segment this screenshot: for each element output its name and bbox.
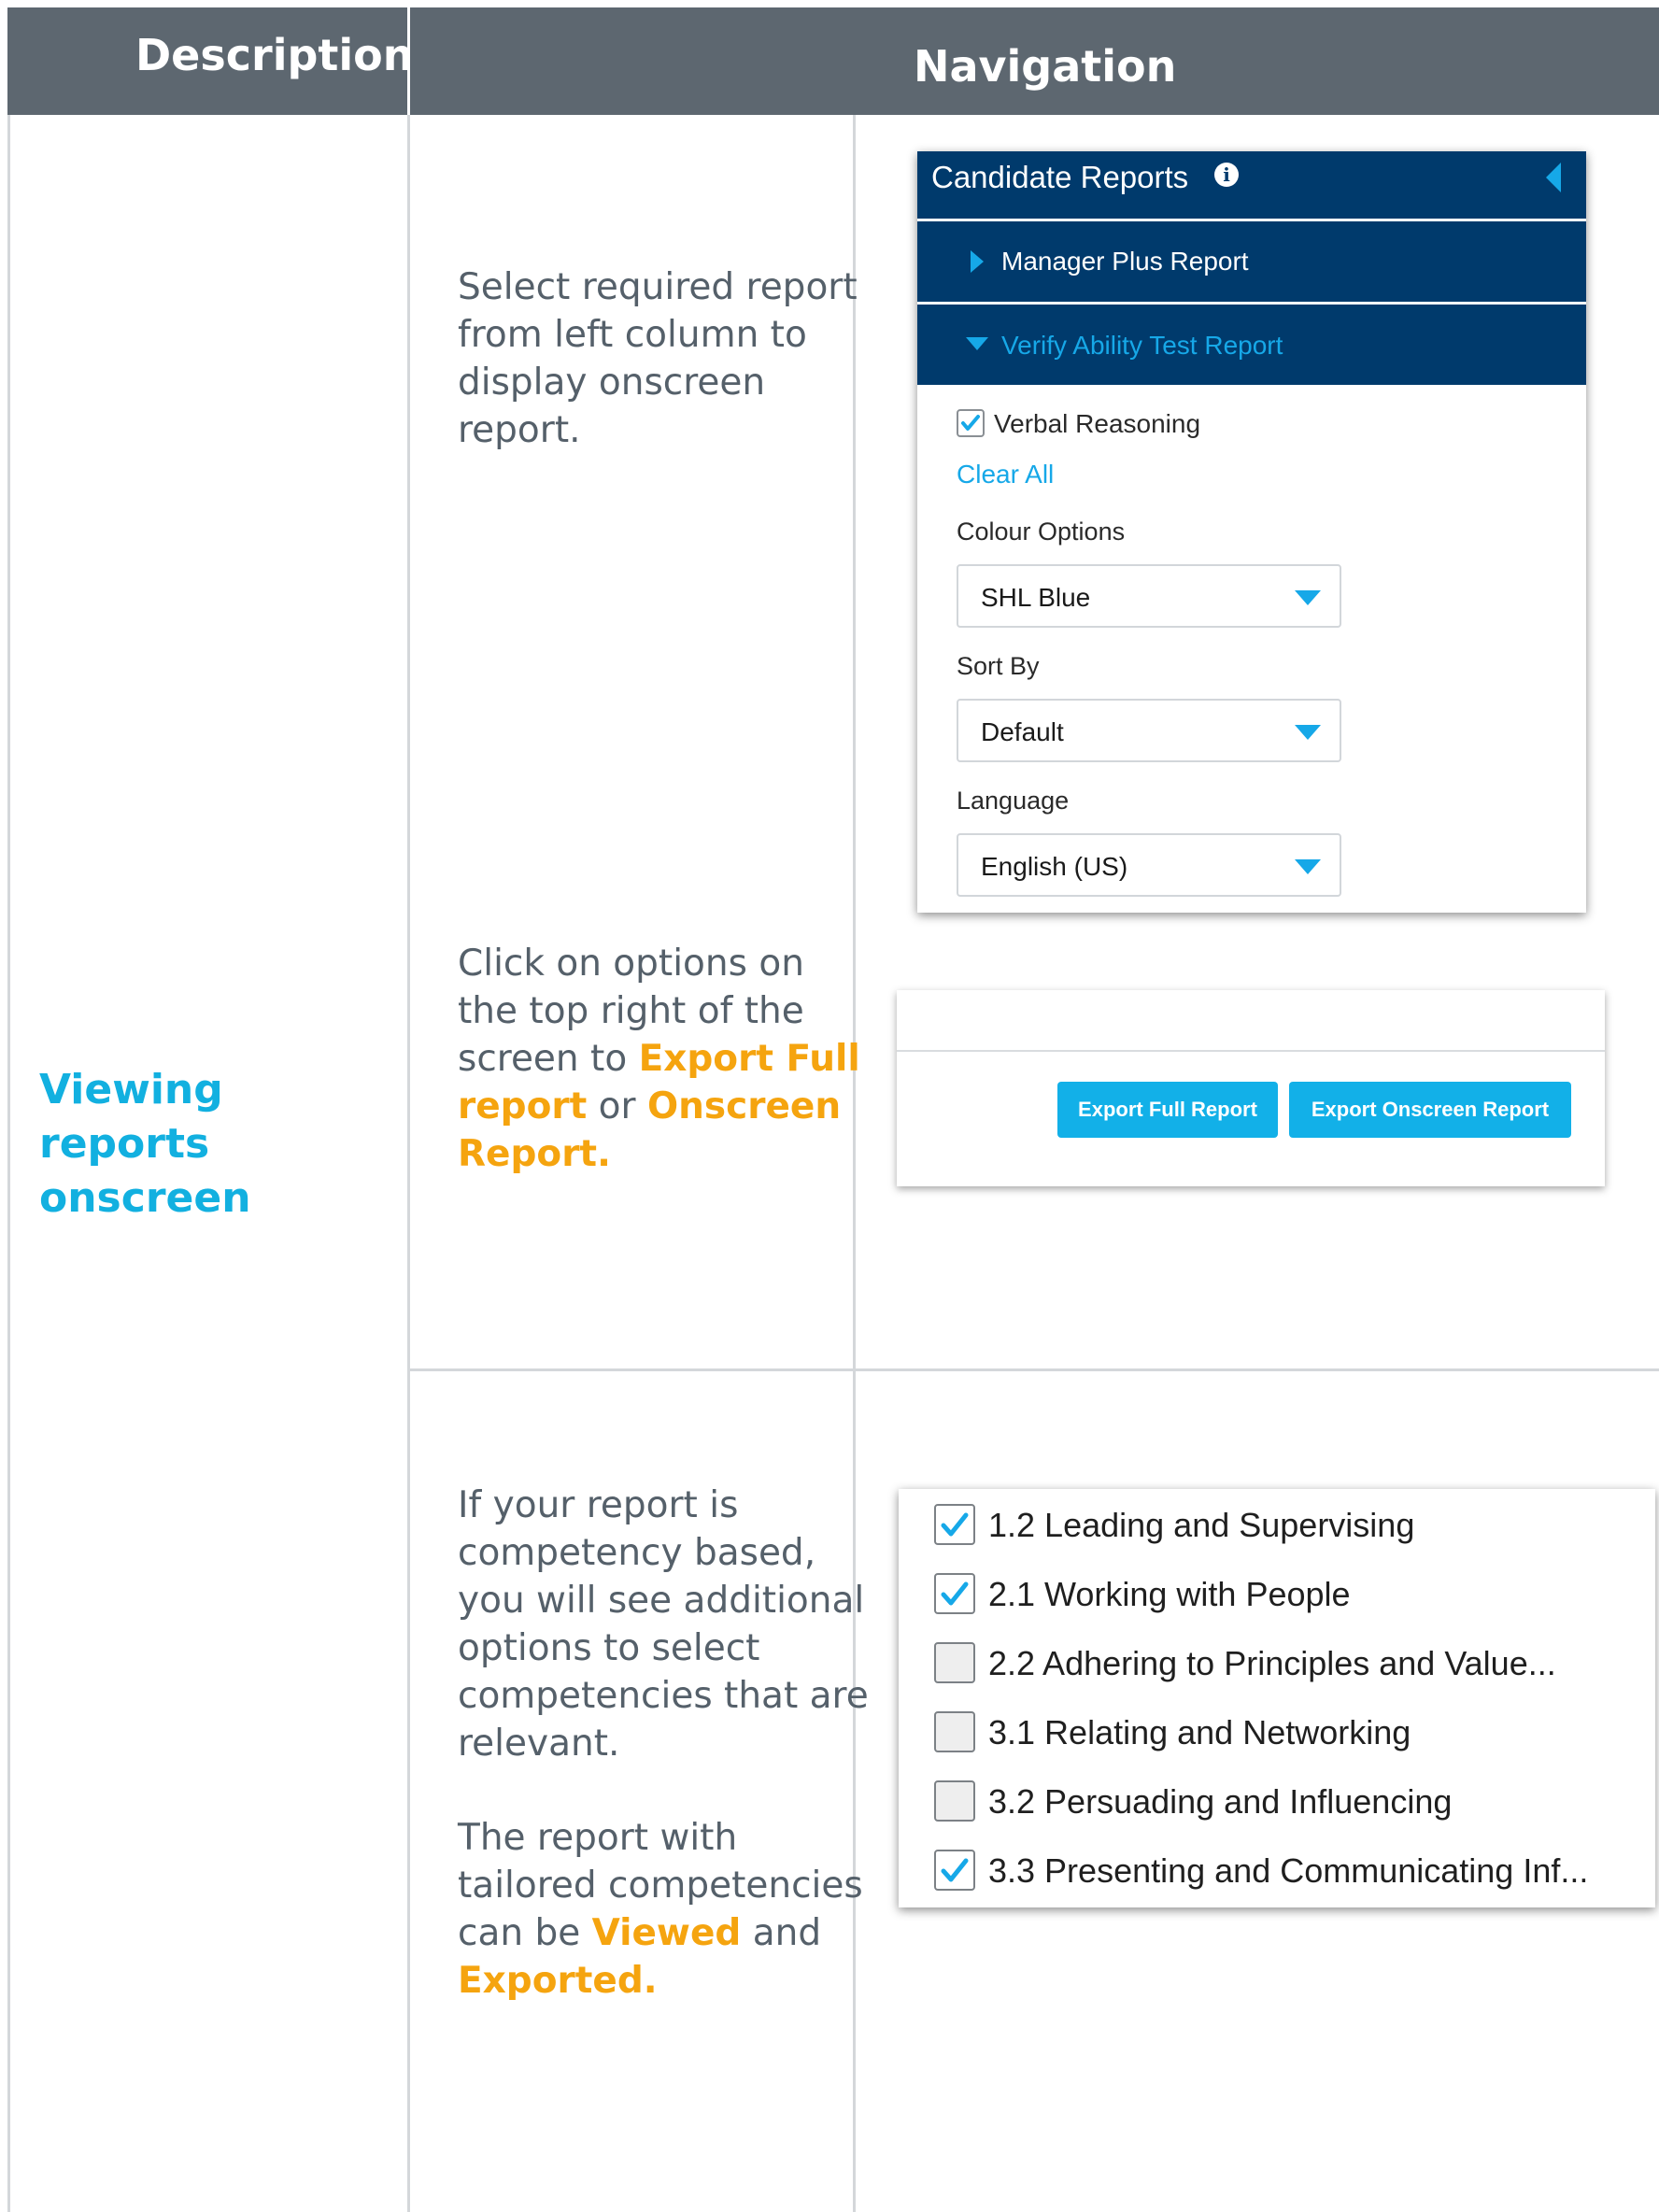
language-label: Language xyxy=(957,787,1070,815)
check-icon xyxy=(941,1581,969,1606)
select-value: English (US) xyxy=(981,852,1128,881)
colour-options-select[interactable]: SHL Blue xyxy=(957,564,1341,628)
check-icon xyxy=(961,415,980,431)
competency-label: 2.1 Working with People xyxy=(988,1575,1351,1613)
table-left-border xyxy=(7,115,10,2212)
report-item-label: Manager Plus Report xyxy=(1001,247,1249,276)
export-full-report-button[interactable]: Export Full Report xyxy=(1057,1082,1278,1138)
competency-label: 3.1 Relating and Networking xyxy=(988,1713,1411,1751)
header-navigation: Navigation xyxy=(914,41,1177,92)
column-divider-description xyxy=(407,115,410,2212)
row1-text2-part: or xyxy=(587,1085,647,1127)
row2-text2-part: and xyxy=(741,1912,822,1954)
toolbar-divider xyxy=(897,1050,1605,1052)
verbal-reasoning-label: Verbal Reasoning xyxy=(994,409,1201,438)
dropdown-arrow-icon xyxy=(1295,859,1321,874)
language-select[interactable]: English (US) xyxy=(957,833,1341,897)
info-icon[interactable]: i xyxy=(1214,163,1239,187)
colour-options-label: Colour Options xyxy=(957,518,1126,546)
clear-all-link[interactable]: Clear All xyxy=(957,460,1054,489)
section-title: Viewing reports onscreen xyxy=(39,1063,394,1226)
report-item-manager-plus[interactable]: Manager Plus Report xyxy=(917,221,1586,302)
section-title-line: onscreen xyxy=(39,1174,251,1222)
select-value: Default xyxy=(981,717,1064,746)
section-title-line: Viewing xyxy=(39,1066,223,1113)
competency-checkbox[interactable] xyxy=(934,1850,975,1891)
report-item-verify-ability[interactable]: Verify Ability Test Report xyxy=(917,305,1586,385)
competency-checkbox[interactable] xyxy=(934,1504,975,1545)
row1-text2: Click on options on the top right of the… xyxy=(458,940,869,1178)
competency-label: 1.2 Leading and Supervising xyxy=(988,1506,1415,1544)
select-value: SHL Blue xyxy=(981,583,1091,612)
candidate-reports-title: Candidate Reports xyxy=(931,160,1189,194)
dropdown-arrow-icon xyxy=(1295,725,1321,740)
caret-right-icon xyxy=(971,250,984,273)
verbal-reasoning-checkbox[interactable] xyxy=(957,409,985,437)
competency-checkbox[interactable] xyxy=(934,1573,975,1614)
competency-checkbox[interactable] xyxy=(934,1711,975,1752)
competency-checkbox[interactable] xyxy=(934,1780,975,1822)
check-icon xyxy=(941,1858,969,1882)
candidate-reports-panel: Candidate Reports i Manager Plus Report … xyxy=(917,151,1586,913)
competency-checkbox[interactable] xyxy=(934,1642,975,1683)
row2-text2: The report with tailored competencies ca… xyxy=(458,1814,869,2005)
exported-highlight: Exported. xyxy=(458,1960,658,2002)
header-description: Description xyxy=(135,30,414,80)
sort-by-select[interactable]: Default xyxy=(957,699,1341,762)
competency-label: 3.2 Persuading and Influencing xyxy=(988,1782,1453,1821)
competency-label: 3.3 Presenting and Communicating Inf... xyxy=(988,1851,1589,1890)
export-onscreen-report-button[interactable]: Export Onscreen Report xyxy=(1289,1082,1571,1138)
row1-text1: Select required report from left column … xyxy=(458,266,858,451)
section-title-line: reports xyxy=(39,1120,210,1168)
candidate-reports-header: Candidate Reports i xyxy=(917,151,1586,219)
report-item-label: Verify Ability Test Report xyxy=(1001,331,1283,360)
check-icon xyxy=(941,1512,969,1537)
collapse-left-icon[interactable] xyxy=(1546,163,1561,192)
sort-by-label: Sort By xyxy=(957,652,1040,680)
row-divider xyxy=(407,1368,1659,1371)
export-options-panel: Export Full Report Export Onscreen Repor… xyxy=(897,990,1605,1186)
caret-down-icon xyxy=(966,337,988,350)
competencies-panel: 1.2 Leading and Supervising 2.1 Working … xyxy=(899,1489,1655,1907)
dropdown-arrow-icon xyxy=(1295,590,1321,605)
viewed-highlight: Viewed xyxy=(591,1912,742,1954)
row2-text1: If your report is competency based, you … xyxy=(458,1484,869,1765)
competency-label: 2.2 Adhering to Principles and Value... xyxy=(988,1644,1556,1682)
